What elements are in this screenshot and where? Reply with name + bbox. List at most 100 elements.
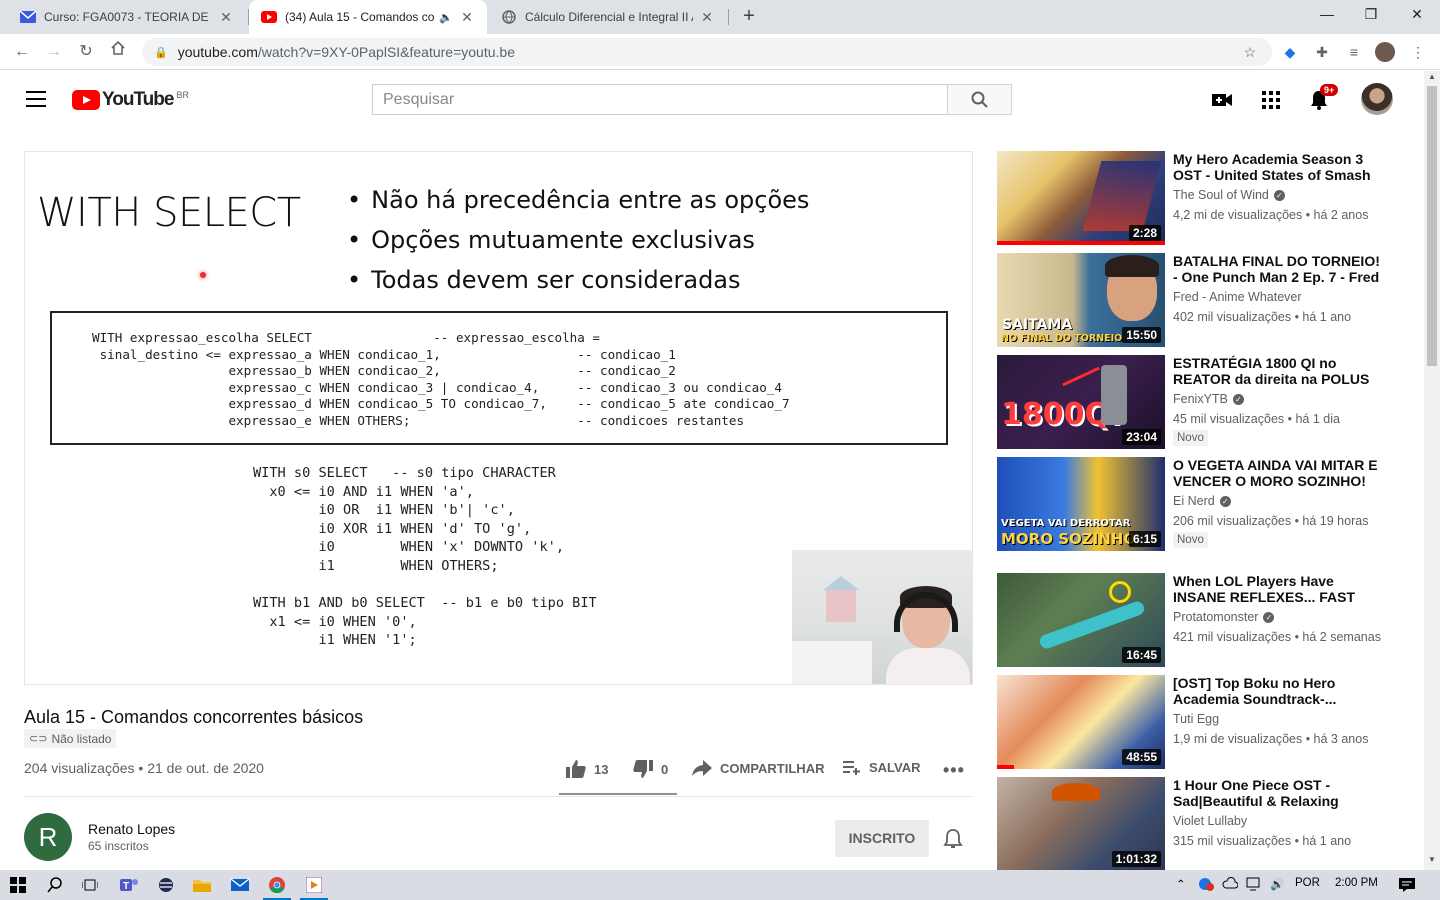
channel-bell-icon[interactable]: [943, 828, 963, 855]
tray-cloud-icon[interactable]: [1222, 877, 1239, 892]
minimize-button[interactable]: —: [1304, 0, 1350, 30]
media-queue-icon[interactable]: ≡: [1344, 42, 1364, 62]
forward-arrow-icon[interactable]: →: [42, 40, 66, 64]
rec-title[interactable]: [OST] Top Boku no Hero Academia Soundtra…: [1173, 675, 1383, 707]
video-thumbnail[interactable]: 48:55: [997, 675, 1165, 769]
tray-overflow-chevron-icon[interactable]: ⌃: [1176, 877, 1186, 891]
profile-avatar-icon[interactable]: [1375, 42, 1395, 62]
scroll-down-arrow-icon[interactable]: ▼: [1424, 855, 1440, 869]
tray-language[interactable]: POR: [1295, 877, 1320, 889]
video-thumbnail[interactable]: 1800QI 23:04: [997, 355, 1165, 449]
watch-progress-bar: [997, 765, 1014, 769]
mail-icon[interactable]: [230, 875, 250, 895]
webcam-toy-house: [823, 576, 859, 622]
rec-meta: 45 mil visualizações • há 1 dia Novo: [1173, 410, 1383, 446]
rec-channel[interactable]: Violet Lullaby: [1173, 814, 1247, 828]
create-video-icon[interactable]: [1210, 88, 1234, 112]
chrome-icon[interactable]: [267, 875, 287, 895]
back-arrow-icon[interactable]: ←: [10, 40, 34, 64]
extension-shield-icon[interactable]: ◆: [1280, 42, 1300, 62]
address-bar[interactable]: 🔒 youtube.com/watch?v=9XY-0PaplSI&featur…: [142, 38, 1272, 66]
tray-antivirus-icon[interactable]: [1198, 877, 1214, 894]
video-thumbnail[interactable]: 2:28: [997, 151, 1165, 245]
dislike-button[interactable]: 0: [633, 760, 668, 778]
recommendation-item[interactable]: SAITAMA NO FINAL DO TORNEIO 15:50 BATALH…: [997, 253, 1397, 347]
search-input[interactable]: Pesquisar: [372, 84, 948, 115]
guide-menu-icon[interactable]: [26, 91, 46, 107]
rec-title[interactable]: BATALHA FINAL DO TORNEIO! - One Punch Ma…: [1173, 253, 1383, 285]
rec-channel[interactable]: Tuti Egg: [1173, 712, 1219, 726]
close-window-button[interactable]: ✕: [1394, 0, 1440, 30]
channel-avatar[interactable]: R: [24, 813, 72, 861]
task-view-icon[interactable]: [80, 875, 100, 895]
speaker-icon[interactable]: 🔈: [439, 11, 453, 24]
verified-check-icon: ✓: [1219, 495, 1231, 507]
recommendation-item[interactable]: 1800QI 23:04 ESTRATÉGIA 1800 QI no REATO…: [997, 355, 1397, 449]
rec-channel-name: Ei Nerd: [1173, 494, 1215, 508]
search-icon[interactable]: [45, 875, 65, 895]
tab-youtube-active[interactable]: (34) Aula 15 - Comandos con 🔈 ✕: [249, 0, 487, 34]
youtube-logo[interactable]: YouTube BR: [72, 89, 189, 111]
search-button[interactable]: [947, 84, 1012, 115]
video-thumbnail[interactable]: 16:45: [997, 573, 1165, 667]
home-icon[interactable]: [106, 40, 130, 64]
bookmark-star-icon[interactable]: ☆: [1240, 42, 1260, 62]
extensions-puzzle-icon[interactable]: ✚: [1312, 42, 1332, 62]
rec-title[interactable]: When LOL Players Have INSANE REFLEXES...…: [1173, 573, 1383, 605]
recommendation-item[interactable]: VEGETA VAI DERROTAR MORO SOZINHO 6:15 O …: [997, 457, 1397, 551]
scrollbar-thumb[interactable]: [1427, 86, 1437, 366]
more-actions-icon[interactable]: •••: [943, 760, 965, 781]
account-avatar[interactable]: [1361, 83, 1393, 115]
rec-channel[interactable]: Protatomonster ✓: [1173, 610, 1275, 624]
rec-channel[interactable]: Ei Nerd ✓: [1173, 494, 1231, 508]
tab-course[interactable]: Curso: FGA0073 - TEORIA DE ELE ✕: [8, 0, 246, 34]
apps-grid-icon[interactable]: [1259, 88, 1283, 112]
mail-favicon-icon: [20, 9, 36, 25]
share-button[interactable]: COMPARTILHAR: [692, 760, 824, 776]
app-circle-icon[interactable]: [156, 875, 176, 895]
recommendation-item[interactable]: 2:28 My Hero Academia Season 3 OST - Uni…: [997, 151, 1397, 245]
video-thumbnail[interactable]: SAITAMA NO FINAL DO TORNEIO 15:50: [997, 253, 1165, 347]
save-button[interactable]: SALVAR: [843, 760, 921, 775]
like-ratio-bar: [559, 793, 677, 795]
rec-channel[interactable]: Fred - Anime Whatever: [1173, 290, 1302, 304]
maximize-button[interactable]: ❐: [1348, 0, 1394, 30]
video-thumbnail[interactable]: VEGETA VAI DERROTAR MORO SOZINHO 6:15: [997, 457, 1165, 551]
video-thumbnail[interactable]: 1:01:32: [997, 777, 1165, 871]
tray-volume-icon[interactable]: 🔊: [1270, 877, 1284, 891]
rec-title[interactable]: ESTRATÉGIA 1800 QI no REATOR da direita …: [1173, 355, 1383, 387]
tab-calculo[interactable]: Cálculo Diferencial e Integral II A ✕: [489, 0, 727, 34]
rec-channel[interactable]: The Soul of Wind ✓: [1173, 188, 1285, 202]
tab-close-icon[interactable]: ✕: [459, 9, 475, 26]
new-tab-button[interactable]: +: [737, 5, 761, 29]
rec-channel-name: FenixYTB: [1173, 392, 1228, 406]
tray-clock[interactable]: 2:00 PM: [1335, 877, 1378, 889]
windows-start-icon[interactable]: [8, 875, 28, 895]
lock-icon[interactable]: 🔒: [154, 46, 168, 59]
file-explorer-icon[interactable]: [192, 875, 212, 895]
subscribed-button[interactable]: INSCRITO: [835, 820, 929, 857]
tab-close-icon[interactable]: ✕: [699, 9, 715, 26]
rec-channel[interactable]: FenixYTB ✓: [1173, 392, 1244, 406]
recommendation-item[interactable]: 16:45 When LOL Players Have INSANE REFLE…: [997, 573, 1397, 667]
recommendation-item[interactable]: 1:01:32 1 Hour One Piece OST - Sad|Beaut…: [997, 777, 1397, 871]
reload-icon[interactable]: ↻: [74, 40, 98, 64]
tab-close-icon[interactable]: ✕: [218, 9, 234, 26]
recommendation-item[interactable]: 48:55 [OST] Top Boku no Hero Academia So…: [997, 675, 1397, 769]
teams-icon[interactable]: T: [119, 875, 139, 895]
url-path: /watch?v=9XY-0PaplSI&feature=youtu.be: [257, 44, 515, 60]
video-player[interactable]: WITH SELECT Não há precedência entre as …: [24, 151, 973, 685]
rec-title[interactable]: O VEGETA AINDA VAI MITAR E VENCER O MORO…: [1173, 457, 1383, 489]
like-button[interactable]: 13: [566, 760, 608, 778]
scroll-up-arrow-icon[interactable]: ▲: [1424, 72, 1440, 86]
action-center-icon[interactable]: [1398, 877, 1416, 896]
thumb-text: VEGETA VAI DERROTAR: [1001, 518, 1131, 529]
media-player-icon[interactable]: [304, 875, 324, 895]
rec-title[interactable]: My Hero Academia Season 3 OST - United S…: [1173, 151, 1383, 183]
tab-title: Curso: FGA0073 - TEORIA DE ELE: [44, 10, 212, 24]
like-count: 13: [594, 761, 609, 777]
tray-network-icon[interactable]: [1246, 877, 1262, 894]
chrome-menu-icon[interactable]: ⋮: [1408, 42, 1428, 62]
rec-title[interactable]: 1 Hour One Piece OST - Sad|Beautiful & R…: [1173, 777, 1383, 809]
channel-name[interactable]: Renato Lopes: [88, 821, 175, 837]
